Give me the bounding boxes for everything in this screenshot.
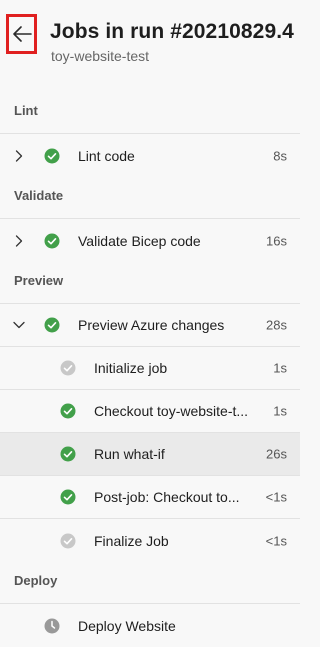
check-circle-icon (44, 233, 60, 248)
stage-header: Deploy (0, 562, 300, 604)
step-row[interactable]: Finalize Job <1s (0, 519, 300, 562)
job-label: Preview Azure changes (78, 317, 225, 333)
step-row[interactable]: Post-job: Checkout to... <1s (0, 476, 300, 519)
job-label: Validate Bicep code (78, 232, 201, 249)
job-row[interactable]: Lint code 8s (0, 134, 300, 177)
step-row[interactable]: Checkout toy-website-t... 1s (0, 390, 300, 433)
step-duration: 26s (266, 446, 287, 462)
check-circle-gray-icon (60, 360, 76, 376)
step-row[interactable]: Run what-if 26s (0, 433, 300, 476)
step-duration: <1s (265, 533, 287, 548)
stage-header: Preview (0, 262, 300, 304)
stage-header: Validate (0, 177, 300, 219)
job-label: Deploy Website (78, 617, 176, 634)
job-row[interactable]: Preview Azure changes 28s (0, 304, 300, 347)
job-row[interactable]: Validate Bicep code 16s (0, 219, 300, 262)
check-circle-icon (60, 489, 76, 505)
job-duration: 28s (266, 317, 287, 333)
check-circle-icon (44, 148, 60, 163)
step-label: Checkout toy-website-t... (94, 403, 249, 419)
step-label: Initialize job (94, 360, 168, 376)
step-label: Post-job: Checkout to... (94, 489, 240, 505)
stage-header: Lint (0, 92, 300, 134)
stage-deploy: Deploy Deploy Website (0, 562, 300, 647)
step-duration: 1s (273, 403, 287, 419)
job-duration: 8s (273, 148, 287, 163)
back-button[interactable] (6, 14, 37, 54)
pipeline-name: toy-website-test (51, 48, 150, 64)
arrow-left-icon (12, 26, 32, 42)
check-circle-gray-icon (60, 533, 76, 548)
job-row[interactable]: Deploy Website (0, 604, 300, 647)
check-circle-icon (44, 317, 60, 333)
chevron-down-icon[interactable] (12, 318, 26, 332)
stage-validate: Validate Validate Bicep code 16s (0, 177, 300, 262)
step-duration: <1s (265, 489, 287, 505)
page-title: Jobs in run #20210829.4 (50, 20, 294, 43)
step-label: Finalize Job (94, 532, 169, 549)
step-duration: 1s (273, 360, 287, 376)
job-label: Lint code (78, 147, 135, 164)
job-duration: 16s (266, 233, 287, 248)
stage-lint: Lint Lint code 8s (0, 92, 300, 177)
chevron-right-icon[interactable] (12, 234, 26, 248)
stage-preview: Preview Preview Azure changes 28s Initializ… (0, 262, 300, 562)
header: Jobs in run #20210829.4 toy-website-test (0, 0, 300, 92)
step-label: Run what-if (94, 446, 165, 462)
check-circle-icon (60, 446, 76, 462)
stages-list: Lint Lint code 8s Validate Validate Bicep co… (0, 92, 300, 647)
clock-icon (44, 618, 60, 633)
step-row[interactable]: Initialize job 1s (0, 347, 300, 390)
check-circle-icon (60, 403, 76, 419)
chevron-right-icon[interactable] (12, 149, 26, 163)
